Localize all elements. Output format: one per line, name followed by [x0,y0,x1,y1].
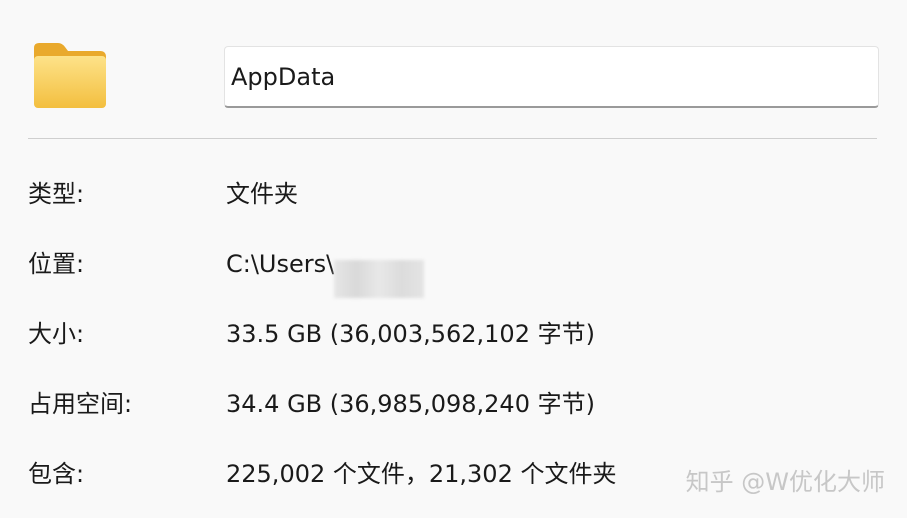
type-label: 类型: [28,180,85,208]
size-label: 大小: [28,320,85,348]
type-value: 文件夹 [226,180,298,208]
watermark: 知乎 @W优化大师 [685,468,885,496]
property-row-location: 位置: C:\Users\ [0,244,907,298]
location-label: 位置: [28,250,85,278]
property-row-size-on-disk: 占用空间: 34.4 GB (36,985,098,240 字节) [0,384,907,424]
contains-value: 225,002 个文件，21,302 个文件夹 [226,460,617,488]
folder-name-input[interactable] [224,46,879,108]
size-on-disk-label: 占用空间: [28,390,133,418]
property-row-type: 类型: 文件夹 [0,174,907,214]
location-value: C:\Users\ [226,250,335,278]
folder-icon [32,40,108,110]
location-value-wrap: C:\Users\ [226,244,425,298]
contains-label: 包含: [28,460,85,488]
redacted-username [334,260,425,298]
divider [28,138,877,139]
property-row-size: 大小: 33.5 GB (36,003,562,102 字节) [0,314,907,354]
size-on-disk-value: 34.4 GB (36,985,098,240 字节) [226,390,595,418]
properties-general-panel: 类型: 文件夹 位置: C:\Users\ 大小: 33.5 GB (36,00… [0,0,907,518]
size-value: 33.5 GB (36,003,562,102 字节) [226,320,595,348]
